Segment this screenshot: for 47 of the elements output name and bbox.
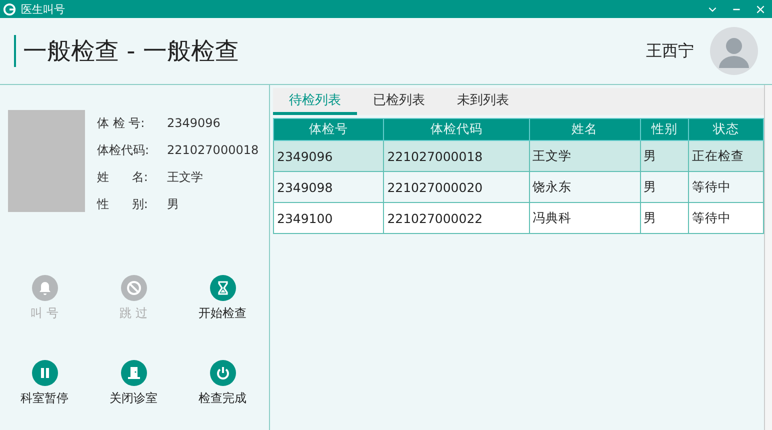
block-icon bbox=[120, 275, 146, 301]
table-cell: 冯典科 bbox=[529, 202, 640, 234]
field-label: 体检代码: bbox=[97, 142, 150, 158]
table-cell: 等待中 bbox=[688, 202, 764, 234]
field-label: 体 检 号: bbox=[97, 114, 146, 132]
column-header: 性别 bbox=[640, 118, 689, 140]
column-header: 体检代码 bbox=[384, 118, 530, 140]
tab[interactable]: 未到列表 bbox=[441, 88, 525, 115]
table-cell: 王文学 bbox=[529, 140, 640, 172]
action-button[interactable]: 检查完成 bbox=[178, 360, 267, 407]
user-name: 王西宁 bbox=[646, 40, 694, 62]
power-icon bbox=[210, 360, 236, 386]
table-cell: 2349096 bbox=[274, 140, 384, 172]
window-title: 医生叫号 bbox=[21, 2, 65, 16]
table-cell: 221027000020 bbox=[384, 172, 530, 202]
hourglass-icon bbox=[210, 275, 236, 301]
field-value: 男 bbox=[167, 196, 179, 212]
table-cell: 正在检查 bbox=[688, 140, 764, 172]
logo-icon bbox=[3, 2, 16, 16]
column-header: 体检号 bbox=[274, 118, 384, 140]
tab[interactable]: 已检列表 bbox=[357, 88, 441, 115]
table-cell: 2349098 bbox=[274, 172, 384, 202]
table-cell: 男 bbox=[640, 140, 689, 172]
field-value: 2349096 bbox=[167, 116, 220, 130]
avatar-icon bbox=[710, 27, 758, 75]
door-icon bbox=[120, 360, 146, 386]
field-label: 姓 名: bbox=[97, 168, 149, 186]
table-cell: 男 bbox=[640, 202, 689, 234]
column-header: 姓名 bbox=[529, 118, 640, 140]
close-icon[interactable] bbox=[755, 4, 766, 14]
field-label: 性 别: bbox=[97, 196, 149, 212]
table-cell: 等待中 bbox=[688, 172, 764, 202]
pause-icon bbox=[32, 360, 58, 386]
action-button[interactable]: 开始检查 bbox=[178, 275, 267, 322]
bell-icon bbox=[32, 275, 58, 301]
table-cell: 221027000022 bbox=[384, 202, 530, 234]
action-button[interactable]: 科室暂停 bbox=[0, 360, 89, 407]
page-title: 一般检查 - 一般检查 bbox=[23, 36, 239, 67]
table-cell: 221027000018 bbox=[384, 140, 530, 172]
table-cell: 男 bbox=[640, 172, 689, 202]
action-button[interactable]: 关闭诊室 bbox=[89, 360, 178, 407]
scrollbar[interactable] bbox=[764, 85, 772, 430]
field-value: 221027000018 bbox=[167, 143, 259, 157]
table-cell: 2349100 bbox=[274, 202, 384, 234]
field-value: 王文学 bbox=[167, 168, 203, 186]
table-cell: 饶永东 bbox=[529, 172, 640, 202]
column-header: 状态 bbox=[688, 118, 764, 140]
